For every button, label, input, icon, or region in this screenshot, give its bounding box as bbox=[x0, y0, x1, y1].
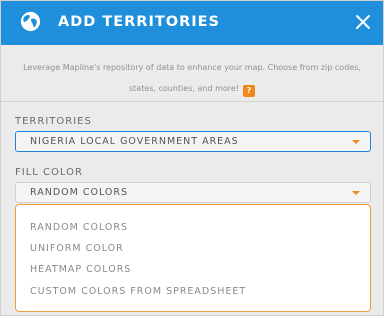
option-heatmap-colors[interactable]: HEATMAP COLORS bbox=[30, 264, 131, 275]
close-icon[interactable] bbox=[354, 13, 372, 31]
chevron-down-icon[interactable] bbox=[352, 140, 360, 144]
fill-color-label: FILL COLOR bbox=[15, 167, 83, 178]
globe-icon bbox=[20, 11, 41, 32]
dialog-description: Leverage Mapline's repository of data to… bbox=[9, 57, 375, 99]
option-custom-colors-from-spreadsheet[interactable]: CUSTOM COLORS FROM SPREADSHEET bbox=[30, 286, 246, 297]
divider bbox=[1, 101, 383, 102]
description-line-1: Leverage Mapline's repository of data to… bbox=[23, 63, 361, 72]
fill-color-select[interactable]: RANDOM COLORS bbox=[15, 182, 371, 203]
option-random-colors[interactable]: RANDOM COLORS bbox=[30, 222, 128, 233]
territories-label: TERRITORIES bbox=[15, 116, 92, 127]
territories-select[interactable]: NIGERIA LOCAL GOVERNMENT AREAS bbox=[15, 131, 371, 152]
help-icon[interactable]: ? bbox=[243, 85, 255, 97]
option-uniform-color[interactable]: UNIFORM COLOR bbox=[30, 243, 124, 254]
add-territories-dialog: ADD TERRITORIES Leverage Mapline's repos… bbox=[0, 0, 384, 316]
chevron-down-icon[interactable] bbox=[352, 191, 360, 195]
fill-color-dropdown-menu: RANDOM COLORS UNIFORM COLOR HEATMAP COLO… bbox=[15, 204, 371, 312]
fill-color-select-value: RANDOM COLORS bbox=[30, 187, 129, 198]
description-line-2: states, counties, and more! bbox=[128, 84, 239, 93]
dialog-title: ADD TERRITORIES bbox=[58, 14, 220, 30]
dialog-header: ADD TERRITORIES bbox=[1, 1, 383, 45]
territories-select-value: NIGERIA LOCAL GOVERNMENT AREAS bbox=[30, 136, 239, 147]
